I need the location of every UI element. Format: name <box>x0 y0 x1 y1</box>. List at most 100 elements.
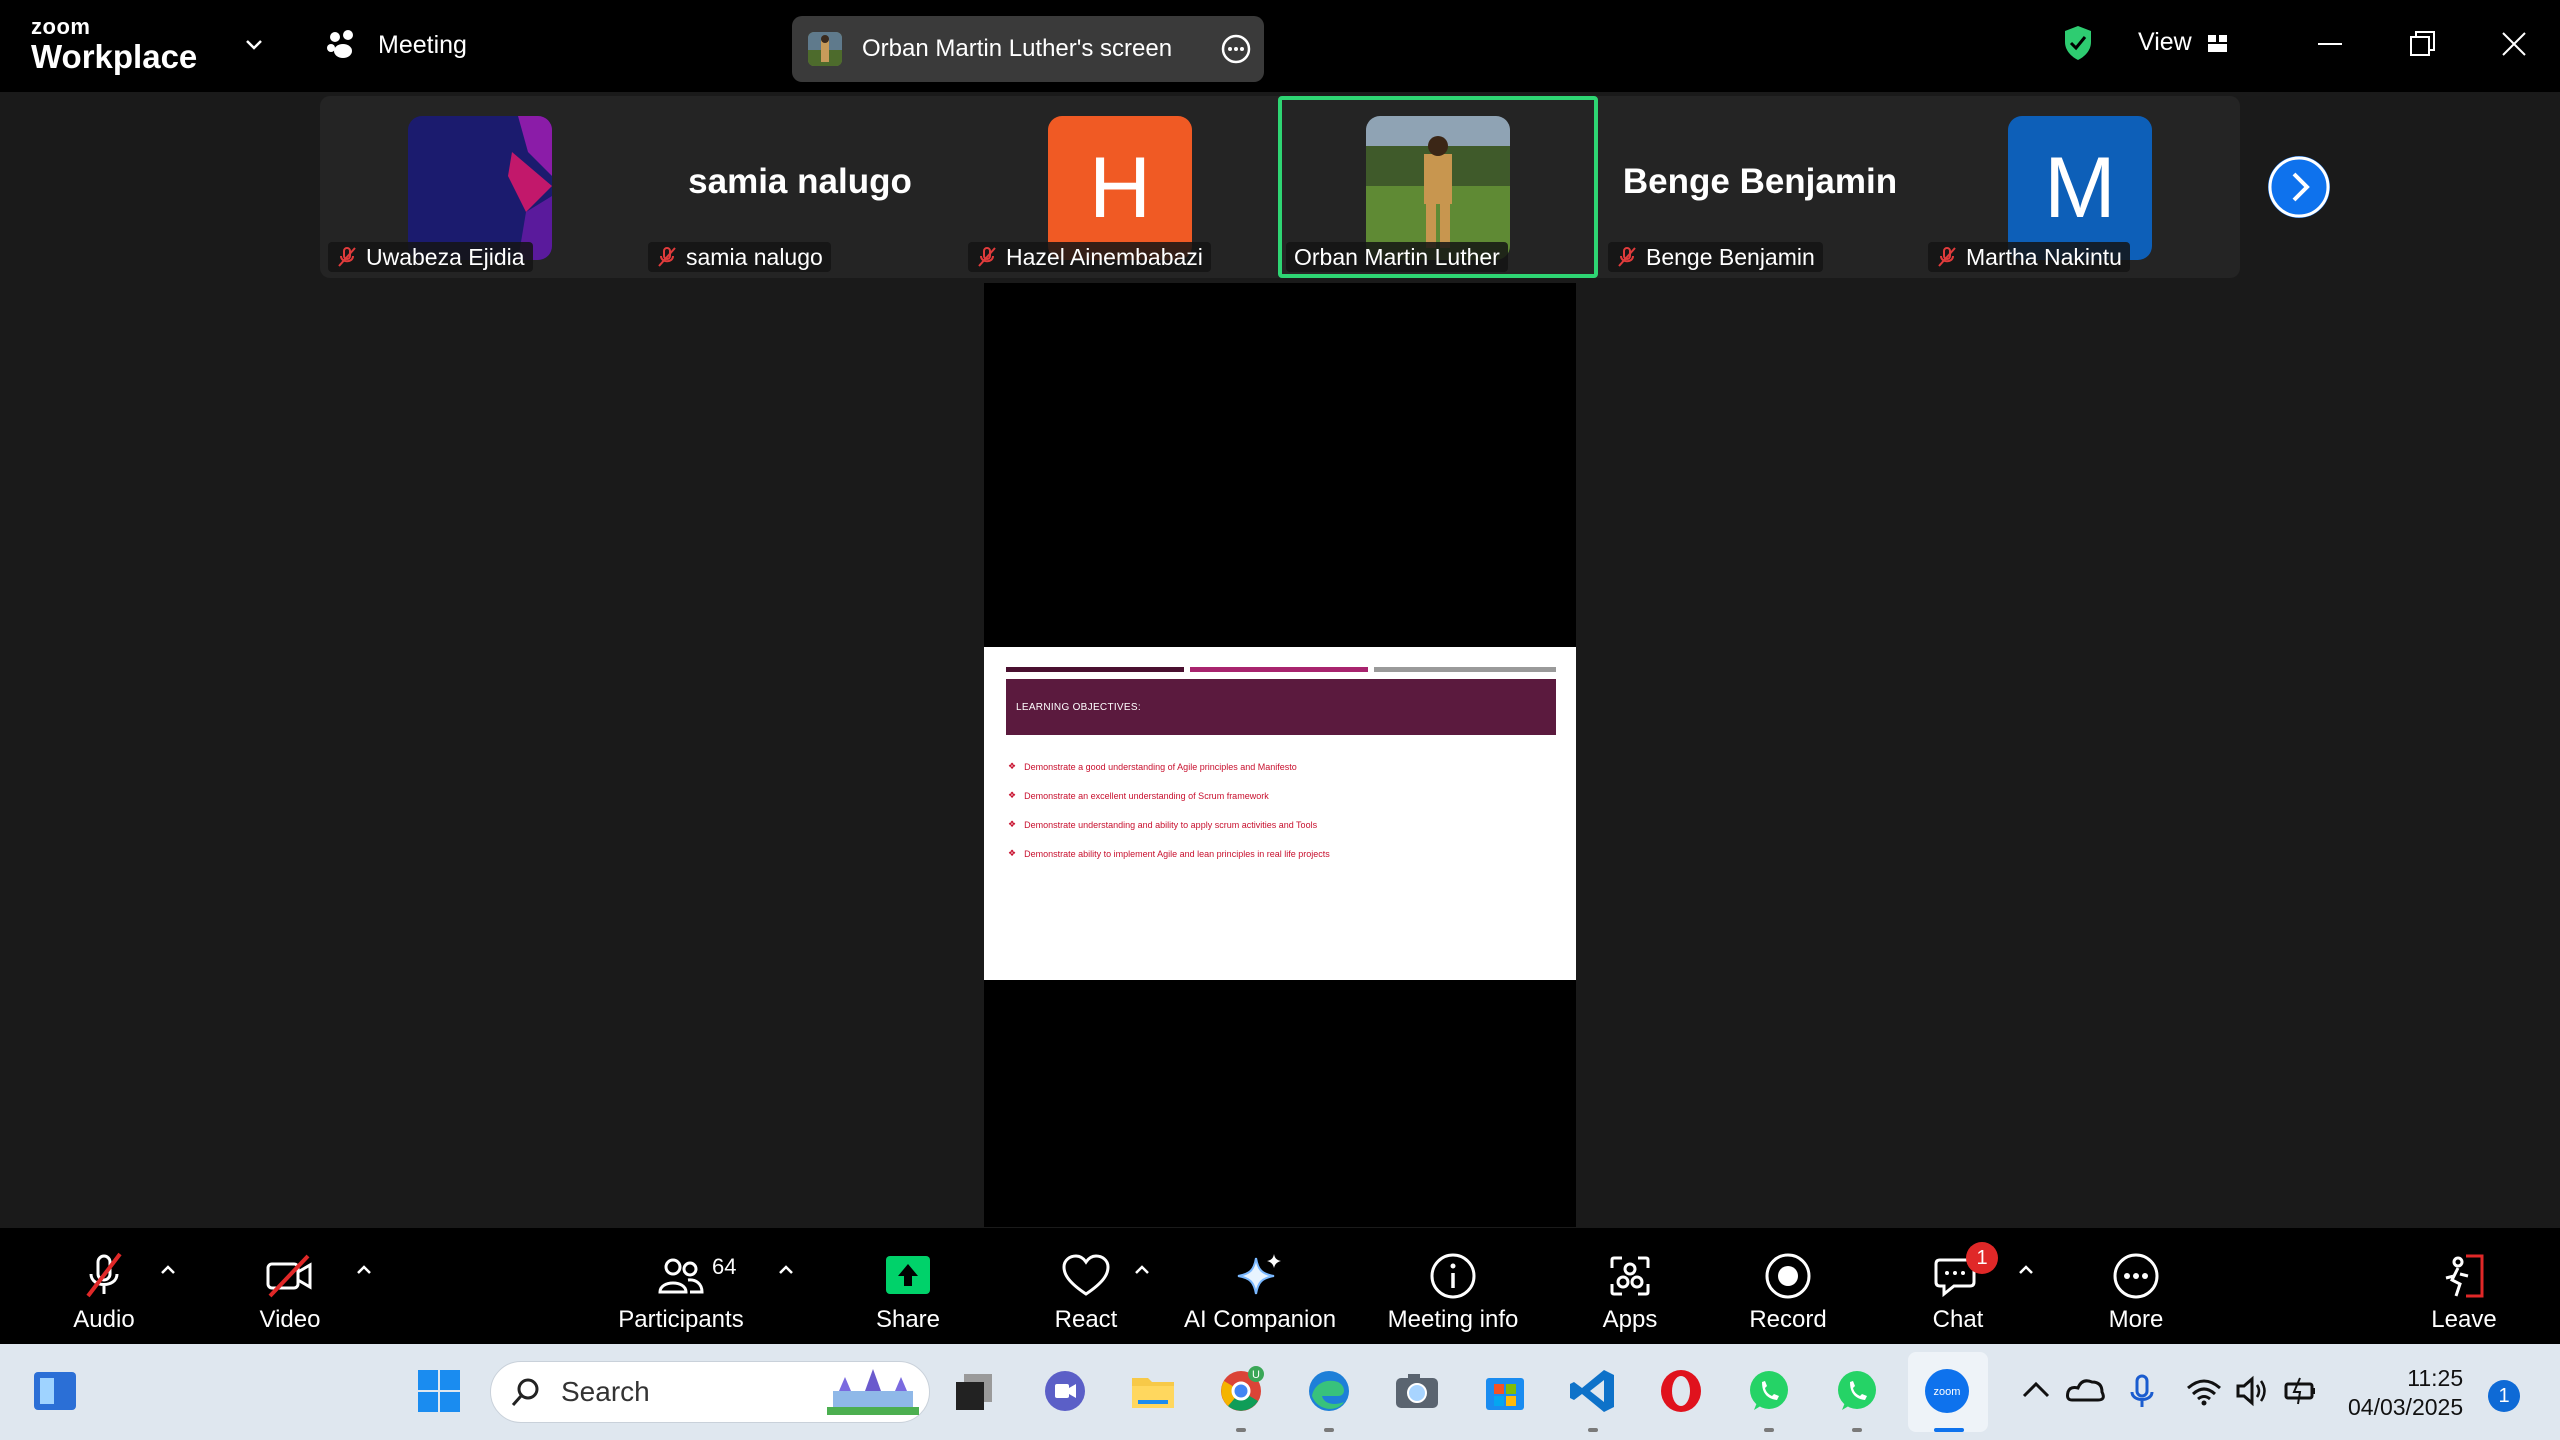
slide-bullets: ❖ Demonstrate a good understanding of Agi… <box>1008 761 1330 877</box>
chevron-up-icon[interactable] <box>1132 1260 1152 1280</box>
participants-button[interactable]: 64 Participants <box>612 1248 750 1334</box>
ai-companion-button[interactable]: AI Companion <box>1180 1248 1340 1334</box>
chevron-up-icon[interactable] <box>776 1260 796 1280</box>
react-button[interactable]: React <box>1046 1248 1126 1334</box>
onedrive-cloud-icon[interactable] <box>2064 1366 2108 1416</box>
chevron-down-icon[interactable] <box>242 32 266 56</box>
info-icon <box>1430 1253 1476 1299</box>
vscode-icon[interactable] <box>1568 1366 1618 1416</box>
system-clock[interactable]: 11:25 04/03/2025 <box>2348 1364 2463 1422</box>
search-placeholder: Search <box>561 1376 650 1407</box>
whatsapp-business-icon[interactable] <box>1832 1366 1882 1416</box>
more-options-icon[interactable] <box>1220 33 1252 65</box>
edge-icon[interactable] <box>1304 1366 1354 1416</box>
meeting-toolbar: Audio Video 64 Participants Share React … <box>0 1228 2560 1344</box>
participant-tile-active[interactable]: Orban Martin Luther <box>1278 96 1598 278</box>
participant-tile[interactable]: samia nalugo samia nalugo <box>640 96 960 278</box>
more-button[interactable]: More <box>2096 1248 2176 1334</box>
svg-text:zoom: zoom <box>1934 1386 1961 1398</box>
notification-badge[interactable]: 1 <box>2488 1380 2520 1412</box>
participant-name-tag: Benge Benjamin <box>1608 242 1823 272</box>
chrome-icon[interactable]: U <box>1216 1366 1266 1416</box>
meeting-info-button[interactable]: Meeting info <box>1378 1248 1528 1334</box>
whatsapp-icon[interactable] <box>1744 1366 1794 1416</box>
camera-app-icon[interactable] <box>1392 1366 1442 1416</box>
record-icon <box>1765 1253 1811 1299</box>
chevron-up-icon[interactable] <box>2016 1260 2036 1280</box>
title-bar: zoom Workplace Meeting Orban Martin Luth… <box>0 0 2560 92</box>
participant-name-tag: samia nalugo <box>648 242 831 272</box>
participant-tile[interactable]: H Hazel Ainembabazi <box>960 96 1280 278</box>
wifi-icon[interactable] <box>2184 1366 2224 1416</box>
participant-display-name: Benge Benjamin <box>1622 162 1898 201</box>
chat-button[interactable]: Chat 1 <box>1918 1242 1998 1334</box>
shared-screen-indicator[interactable]: Orban Martin Luther's screen <box>792 16 1264 82</box>
search-highlight-castle-icon <box>827 1369 919 1415</box>
restore-icon[interactable] <box>2406 28 2438 60</box>
muted-mic-icon <box>978 247 996 267</box>
muted-mic-icon <box>658 247 676 267</box>
participant-name: Hazel Ainembabazi <box>1006 243 1203 270</box>
video-button[interactable]: Video <box>250 1248 330 1334</box>
audio-button[interactable]: Audio <box>64 1248 144 1334</box>
participant-name-tag: Uwabeza Ejidia <box>328 242 533 272</box>
running-indicator <box>1324 1428 1334 1432</box>
sharer-thumbnail <box>808 32 842 66</box>
running-indicator <box>1236 1428 1246 1432</box>
chevron-up-icon[interactable] <box>158 1260 178 1280</box>
running-indicator <box>1588 1428 1598 1432</box>
share-title: Orban Martin Luther's screen <box>862 35 1173 62</box>
clock-date: 04/03/2025 <box>2348 1393 2464 1420</box>
participant-strip: Uwabeza Ejidia samia nalugo samia nalugo… <box>320 96 2240 278</box>
teams-chat-icon[interactable] <box>1040 1366 1090 1416</box>
avatar-letter: M <box>2044 139 2116 236</box>
meeting-menu[interactable]: Meeting <box>326 30 467 60</box>
microphone-icon[interactable] <box>2122 1366 2162 1416</box>
slide-bullet: ❖ Demonstrate a good understanding of Agi… <box>1008 761 1297 772</box>
microsoft-store-icon[interactable] <box>1480 1366 1530 1416</box>
grid-view-icon <box>2207 34 2227 52</box>
heart-icon <box>1062 1254 1110 1296</box>
leave-button[interactable]: Leave <box>2424 1248 2504 1334</box>
participant-name: Orban Martin Luther <box>1294 243 1500 270</box>
zoom-app-icon[interactable]: zoom <box>1922 1366 1972 1416</box>
slide-bullet: ❖ Demonstrate understanding and ability t… <box>1008 819 1318 830</box>
view-button[interactable]: View <box>2138 28 2230 57</box>
bullet-text: Demonstrate a good understanding of Agil… <box>1024 761 1297 772</box>
opera-icon[interactable] <box>1656 1366 1706 1416</box>
share-button[interactable]: Share <box>868 1248 948 1334</box>
zoom-workplace-logo: zoom Workplace <box>31 14 197 74</box>
battery-icon[interactable] <box>2280 1366 2320 1416</box>
participant-tile[interactable]: Uwabeza Ejidia <box>320 96 640 278</box>
video-label: Video <box>259 1306 321 1333</box>
apps-label: Apps <box>1602 1306 1658 1333</box>
participant-tile[interactable]: M Martha Nakintu <box>1920 96 2240 278</box>
bullet-text: Demonstrate understanding and ability to… <box>1024 819 1318 830</box>
avatar-letter: H <box>1088 139 1152 236</box>
view-label: View <box>2138 28 2192 56</box>
chevron-up-icon[interactable] <box>354 1260 374 1280</box>
chevron-up-icon[interactable] <box>2016 1366 2056 1416</box>
task-view-icon[interactable] <box>950 1366 1000 1416</box>
windows-start-icon[interactable] <box>414 1366 464 1416</box>
minimize-icon[interactable] <box>2314 28 2346 60</box>
slide-heading: LEARNING OBJECTIVES: <box>1016 702 1141 713</box>
active-indicator <box>1934 1428 1964 1432</box>
participants-label: Participants <box>618 1306 744 1333</box>
file-explorer-icon[interactable] <box>1128 1366 1178 1416</box>
search-icon <box>511 1378 539 1406</box>
volume-icon[interactable] <box>2232 1366 2272 1416</box>
encryption-shield-icon[interactable] <box>2062 24 2094 62</box>
close-icon[interactable] <box>2498 28 2530 60</box>
record-button[interactable]: Record <box>1748 1248 1828 1334</box>
brand-top: zoom <box>31 14 91 39</box>
apps-icon <box>1610 1256 1650 1296</box>
participant-name-tag: Martha Nakintu <box>1928 242 2130 272</box>
participant-tile[interactable]: Benge Benjamin Benge Benjamin <box>1600 96 1920 278</box>
next-page-arrow-icon[interactable] <box>2268 156 2330 218</box>
taskbar-search[interactable]: Search <box>490 1361 930 1423</box>
widgets-icon[interactable] <box>30 1366 80 1416</box>
share-screen-icon <box>886 1256 930 1294</box>
apps-button[interactable]: Apps <box>1590 1248 1670 1334</box>
camera-off-icon <box>266 1254 312 1298</box>
